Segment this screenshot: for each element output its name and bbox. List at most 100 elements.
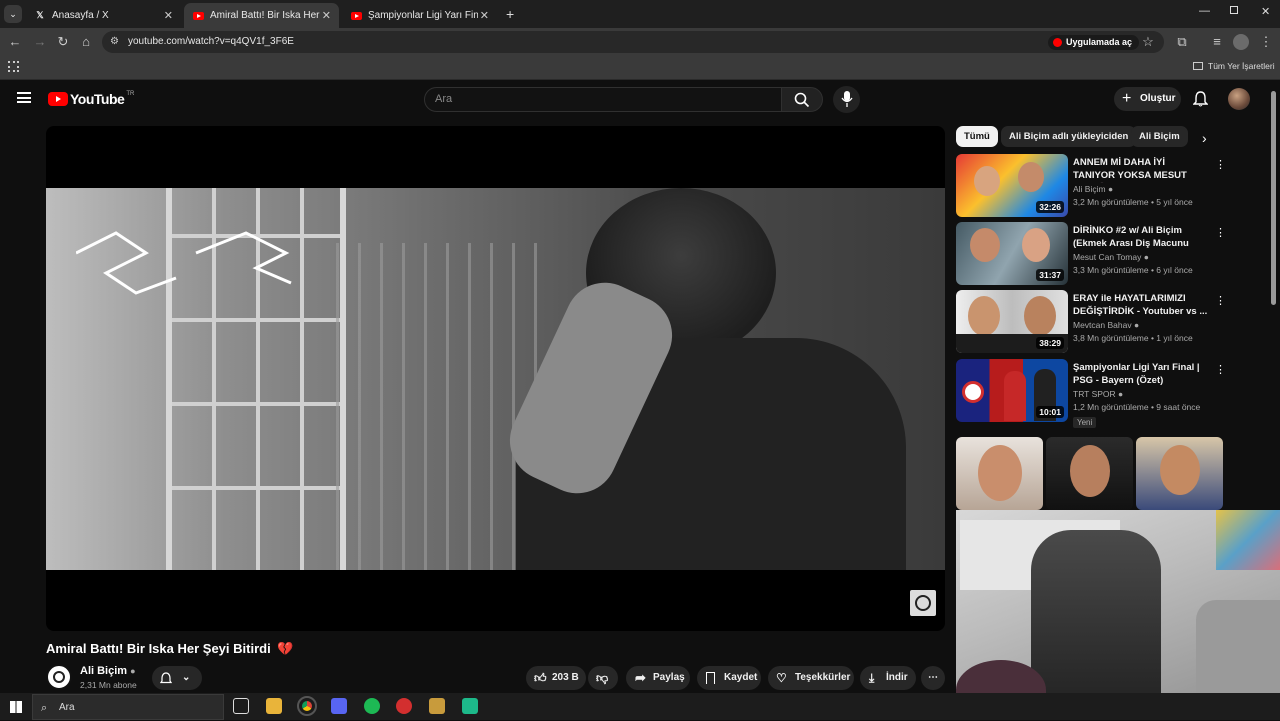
video-thumbnail[interactable]: 31:37 — [956, 222, 1068, 285]
list-item[interactable]: 32:26 ANNEM Mİ DAHA İYİ TANIYOR YOKSA ME… — [956, 154, 1226, 218]
forward-icon[interactable]: → — [32, 34, 48, 50]
webcam-overlay — [956, 510, 1280, 720]
list-item[interactable]: 31:37 DİRİNKO #2 w/ Ali Biçim (Ekmek Ara… — [956, 222, 1226, 286]
search-icon: ⌕ — [41, 702, 48, 714]
bookmarks-bar: Tüm Yer İşaretleri — [0, 56, 1280, 80]
file-explorer-icon[interactable] — [266, 698, 282, 714]
shorts-thumbnail[interactable] — [1136, 437, 1223, 510]
chip-all[interactable]: Tümü — [956, 126, 998, 147]
more-vertical-icon[interactable]: ⋮ — [1215, 226, 1226, 239]
back-icon[interactable]: ← — [7, 34, 23, 50]
extensions-icon[interactable]: ⧉ — [1174, 34, 1190, 50]
tab-search-dropdown[interactable]: ⌄ — [4, 5, 22, 23]
chip-from-uploader[interactable]: Ali Biçim adlı yükleyiciden — [1001, 126, 1137, 147]
notifications-bell-icon[interactable] — [1192, 91, 1209, 112]
shorts-thumbnail[interactable] — [956, 437, 1043, 510]
tab-video[interactable]: Amiral Battı! Bir Iska Her Şeyi Bi ✕ — [184, 3, 339, 28]
bookmark-star-icon[interactable]: ☆ — [1140, 34, 1156, 50]
video-frame[interactable] — [46, 188, 945, 570]
share-button[interactable]: ➦ Paylaş — [626, 666, 690, 690]
minimize-icon[interactable]: — — [1199, 5, 1210, 17]
ceiling-lights — [75, 223, 306, 303]
youtube-favicon-icon — [1053, 38, 1062, 47]
search-button[interactable] — [781, 87, 823, 112]
dislike-button[interactable]: 👎︎ — [588, 666, 618, 690]
task-view-icon[interactable] — [233, 698, 249, 714]
more-vertical-icon[interactable]: ⋮ — [1215, 363, 1226, 376]
save-button[interactable]: Kaydet — [697, 666, 761, 690]
page-scrollbar[interactable] — [1271, 91, 1276, 305]
channel-name[interactable]: TRT SPOR ● — [1073, 389, 1123, 399]
video-thumbnail[interactable]: 38:29 — [956, 290, 1068, 353]
channel-name[interactable]: Mesut Can Tomay ● — [1073, 252, 1149, 262]
close-icon[interactable]: ✕ — [322, 9, 331, 22]
user-avatar[interactable] — [1228, 88, 1250, 110]
taskbar-search-input[interactable]: ⌕ Ara — [32, 694, 224, 720]
video-thumbnail[interactable]: 10:01 — [956, 359, 1068, 422]
channel-name[interactable]: Ali Biçim ● — [1073, 184, 1113, 194]
thumbnail-face — [1024, 296, 1056, 336]
chevron-right-icon[interactable]: › — [1202, 130, 1207, 146]
like-button[interactable]: 👍︎ 203 B — [526, 666, 586, 690]
person-silhouette — [496, 188, 906, 570]
hamburger-menu-icon[interactable] — [17, 92, 31, 103]
webcam-poster — [1216, 510, 1280, 570]
chrome-icon[interactable] — [297, 696, 317, 716]
create-button[interactable]: + Oluştur — [1114, 87, 1181, 111]
league-of-legends-icon[interactable] — [429, 698, 445, 714]
all-bookmarks-folder[interactable]: Tüm Yer İşaretleri — [1193, 61, 1275, 71]
site-info-icon[interactable]: ⚙ — [110, 31, 119, 53]
shorts-thumbnail[interactable] — [1046, 437, 1133, 510]
video-player[interactable] — [46, 126, 945, 631]
chip-channel[interactable]: Ali Biçim — [1131, 126, 1188, 147]
thanks-button[interactable]: ♡ Teşekkürler — [768, 666, 854, 690]
channel-name[interactable]: Ali Biçim ● — [80, 665, 136, 677]
player-figure — [1004, 371, 1026, 421]
list-item[interactable]: 38:29 ERAY ile HAYATLARIMIZI DEĞİŞTİRDİK… — [956, 290, 1226, 354]
voice-search-button[interactable] — [833, 86, 860, 113]
channel-avatar[interactable] — [46, 664, 72, 690]
profile-avatar[interactable] — [1233, 34, 1249, 50]
verified-icon: ● — [1143, 252, 1149, 262]
home-icon[interactable]: ⌂ — [78, 34, 94, 50]
more-actions-button[interactable]: ⋯ — [921, 666, 945, 690]
new-tab-icon[interactable]: + — [506, 6, 514, 22]
video-thumbnail[interactable]: 32:26 — [956, 154, 1068, 217]
search-input[interactable]: Ara — [424, 87, 782, 112]
reload-icon[interactable]: ↻ — [55, 34, 71, 50]
url-field[interactable]: ⚙ youtube.com/watch?v=q4QV1f_3F6E — [102, 31, 1164, 53]
verified-icon: ● — [1107, 184, 1114, 194]
windows-start-icon[interactable] — [10, 701, 22, 713]
apps-grid-icon[interactable] — [8, 61, 19, 72]
thumbs-up-icon: 👍︎ — [534, 671, 547, 685]
tab-x-home[interactable]: 𝕏 Anasayfa / X ✕ — [26, 3, 181, 28]
close-icon[interactable]: ✕ — [480, 9, 489, 22]
channel-name[interactable]: Mevtcan Bahav ● — [1073, 320, 1139, 330]
psg-logo-icon — [962, 381, 984, 403]
media-icon[interactable]: ≡ — [1209, 34, 1225, 50]
spotify-icon[interactable] — [364, 698, 380, 714]
close-window-icon[interactable]: ✕ — [1261, 5, 1270, 18]
restore-icon[interactable] — [1230, 6, 1238, 14]
thumbnail-face — [968, 296, 1000, 336]
subscription-bell-button[interactable]: ⌄ — [152, 666, 202, 690]
channel-watermark[interactable] — [910, 590, 936, 616]
new-badge: Yeni — [1073, 417, 1097, 428]
close-icon[interactable]: ✕ — [164, 9, 173, 22]
tab-psg-bayern[interactable]: Şampiyonlar Ligi Yarı Final | PSG ✕ — [342, 3, 497, 28]
more-vertical-icon[interactable]: ⋮ — [1215, 294, 1226, 307]
open-in-app-button[interactable]: Uygulamada aç — [1048, 35, 1140, 50]
more-horizontal-icon: ⋯ — [928, 672, 938, 683]
thumbnail-face — [970, 228, 1000, 262]
list-item[interactable]: 10:01 Şampiyonlar Ligi Yarı Final | PSG … — [956, 359, 1226, 431]
chevron-down-icon: ⌄ — [182, 672, 191, 683]
youtube-logo[interactable]: YouTube TR — [48, 91, 134, 107]
download-button[interactable]: ⤓ İndir — [860, 666, 916, 690]
menu-icon[interactable]: ⋮ — [1258, 34, 1274, 50]
app-red-icon[interactable] — [396, 698, 412, 714]
share-arrow-icon: ➦ — [635, 670, 646, 685]
more-vertical-icon[interactable]: ⋮ — [1215, 158, 1226, 171]
app-green-icon[interactable] — [462, 698, 478, 714]
discord-icon[interactable] — [331, 698, 347, 714]
verified-icon: ● — [130, 666, 136, 676]
